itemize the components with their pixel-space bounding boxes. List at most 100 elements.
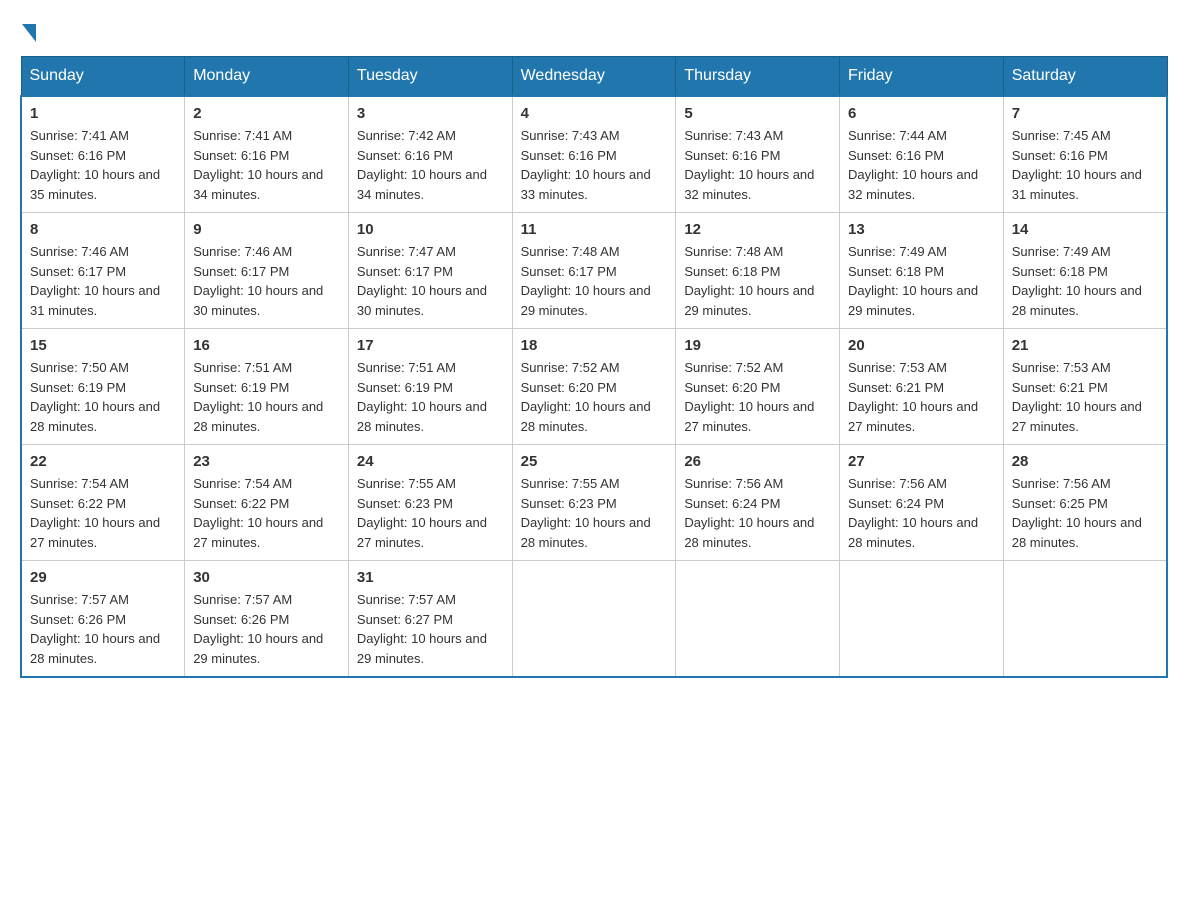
daylight-label: Daylight: 10 hours and 34 minutes.: [193, 167, 323, 202]
calendar-cell: 20 Sunrise: 7:53 AM Sunset: 6:21 PM Dayl…: [840, 329, 1004, 445]
daylight-label: Daylight: 10 hours and 28 minutes.: [521, 399, 651, 434]
calendar-week-3: 15 Sunrise: 7:50 AM Sunset: 6:19 PM Dayl…: [21, 329, 1167, 445]
daylight-label: Daylight: 10 hours and 28 minutes.: [193, 399, 323, 434]
day-number: 2: [193, 105, 340, 122]
sunrise-label: Sunrise: 7:54 AM: [30, 476, 129, 491]
sunset-label: Sunset: 6:21 PM: [848, 380, 944, 395]
day-number: 1: [30, 105, 176, 122]
day-number: 12: [684, 221, 831, 238]
daylight-label: Daylight: 10 hours and 27 minutes.: [684, 399, 814, 434]
calendar-cell: 15 Sunrise: 7:50 AM Sunset: 6:19 PM Dayl…: [21, 329, 185, 445]
day-number: 21: [1012, 337, 1158, 354]
sunset-label: Sunset: 6:16 PM: [30, 148, 126, 163]
sunrise-label: Sunrise: 7:49 AM: [1012, 244, 1111, 259]
day-info: Sunrise: 7:52 AM Sunset: 6:20 PM Dayligh…: [521, 358, 668, 436]
sunset-label: Sunset: 6:18 PM: [684, 264, 780, 279]
calendar-cell: 24 Sunrise: 7:55 AM Sunset: 6:23 PM Dayl…: [348, 445, 512, 561]
sunset-label: Sunset: 6:26 PM: [30, 612, 126, 627]
calendar-cell: 4 Sunrise: 7:43 AM Sunset: 6:16 PM Dayli…: [512, 96, 676, 213]
calendar-cell: 8 Sunrise: 7:46 AM Sunset: 6:17 PM Dayli…: [21, 213, 185, 329]
sunrise-label: Sunrise: 7:48 AM: [684, 244, 783, 259]
day-info: Sunrise: 7:57 AM Sunset: 6:26 PM Dayligh…: [193, 590, 340, 668]
sunrise-label: Sunrise: 7:49 AM: [848, 244, 947, 259]
sunset-label: Sunset: 6:17 PM: [521, 264, 617, 279]
sunrise-label: Sunrise: 7:51 AM: [357, 360, 456, 375]
header-saturday: Saturday: [1003, 57, 1167, 97]
sunrise-label: Sunrise: 7:41 AM: [193, 128, 292, 143]
sunrise-label: Sunrise: 7:51 AM: [193, 360, 292, 375]
calendar-cell: 14 Sunrise: 7:49 AM Sunset: 6:18 PM Dayl…: [1003, 213, 1167, 329]
calendar-cell: 1 Sunrise: 7:41 AM Sunset: 6:16 PM Dayli…: [21, 96, 185, 213]
sunset-label: Sunset: 6:22 PM: [30, 496, 126, 511]
day-number: 11: [521, 221, 668, 238]
day-number: 5: [684, 105, 831, 122]
calendar-cell: 7 Sunrise: 7:45 AM Sunset: 6:16 PM Dayli…: [1003, 96, 1167, 213]
day-number: 29: [30, 569, 176, 586]
day-number: 28: [1012, 453, 1158, 470]
calendar-cell: 2 Sunrise: 7:41 AM Sunset: 6:16 PM Dayli…: [185, 96, 349, 213]
day-info: Sunrise: 7:46 AM Sunset: 6:17 PM Dayligh…: [193, 242, 340, 320]
daylight-label: Daylight: 10 hours and 35 minutes.: [30, 167, 160, 202]
calendar-week-1: 1 Sunrise: 7:41 AM Sunset: 6:16 PM Dayli…: [21, 96, 1167, 213]
day-number: 13: [848, 221, 995, 238]
daylight-label: Daylight: 10 hours and 27 minutes.: [848, 399, 978, 434]
sunrise-label: Sunrise: 7:46 AM: [193, 244, 292, 259]
sunset-label: Sunset: 6:16 PM: [193, 148, 289, 163]
calendar-cell: 9 Sunrise: 7:46 AM Sunset: 6:17 PM Dayli…: [185, 213, 349, 329]
header-monday: Monday: [185, 57, 349, 97]
day-number: 4: [521, 105, 668, 122]
daylight-label: Daylight: 10 hours and 30 minutes.: [357, 283, 487, 318]
day-info: Sunrise: 7:52 AM Sunset: 6:20 PM Dayligh…: [684, 358, 831, 436]
sunrise-label: Sunrise: 7:57 AM: [30, 592, 129, 607]
day-info: Sunrise: 7:51 AM Sunset: 6:19 PM Dayligh…: [193, 358, 340, 436]
header-friday: Friday: [840, 57, 1004, 97]
calendar-cell: 22 Sunrise: 7:54 AM Sunset: 6:22 PM Dayl…: [21, 445, 185, 561]
daylight-label: Daylight: 10 hours and 27 minutes.: [357, 515, 487, 550]
day-number: 3: [357, 105, 504, 122]
calendar-cell: [512, 561, 676, 678]
daylight-label: Daylight: 10 hours and 27 minutes.: [30, 515, 160, 550]
calendar-cell: 30 Sunrise: 7:57 AM Sunset: 6:26 PM Dayl…: [185, 561, 349, 678]
day-info: Sunrise: 7:49 AM Sunset: 6:18 PM Dayligh…: [848, 242, 995, 320]
sunrise-label: Sunrise: 7:48 AM: [521, 244, 620, 259]
sunset-label: Sunset: 6:18 PM: [848, 264, 944, 279]
sunrise-label: Sunrise: 7:57 AM: [357, 592, 456, 607]
sunrise-label: Sunrise: 7:56 AM: [684, 476, 783, 491]
sunset-label: Sunset: 6:16 PM: [684, 148, 780, 163]
sunrise-label: Sunrise: 7:44 AM: [848, 128, 947, 143]
sunrise-label: Sunrise: 7:52 AM: [521, 360, 620, 375]
header-row: Sunday Monday Tuesday Wednesday Thursday…: [21, 57, 1167, 97]
calendar-header: Sunday Monday Tuesday Wednesday Thursday…: [21, 57, 1167, 97]
day-info: Sunrise: 7:41 AM Sunset: 6:16 PM Dayligh…: [30, 126, 176, 204]
sunset-label: Sunset: 6:22 PM: [193, 496, 289, 511]
day-number: 31: [357, 569, 504, 586]
calendar-cell: [1003, 561, 1167, 678]
daylight-label: Daylight: 10 hours and 32 minutes.: [848, 167, 978, 202]
daylight-label: Daylight: 10 hours and 27 minutes.: [193, 515, 323, 550]
logo: [20, 20, 36, 36]
sunset-label: Sunset: 6:20 PM: [521, 380, 617, 395]
day-info: Sunrise: 7:57 AM Sunset: 6:27 PM Dayligh…: [357, 590, 504, 668]
day-info: Sunrise: 7:45 AM Sunset: 6:16 PM Dayligh…: [1012, 126, 1158, 204]
calendar-cell: 25 Sunrise: 7:55 AM Sunset: 6:23 PM Dayl…: [512, 445, 676, 561]
sunset-label: Sunset: 6:20 PM: [684, 380, 780, 395]
calendar-cell: 31 Sunrise: 7:57 AM Sunset: 6:27 PM Dayl…: [348, 561, 512, 678]
calendar-cell: 10 Sunrise: 7:47 AM Sunset: 6:17 PM Dayl…: [348, 213, 512, 329]
day-info: Sunrise: 7:46 AM Sunset: 6:17 PM Dayligh…: [30, 242, 176, 320]
day-number: 19: [684, 337, 831, 354]
day-info: Sunrise: 7:48 AM Sunset: 6:17 PM Dayligh…: [521, 242, 668, 320]
sunrise-label: Sunrise: 7:56 AM: [1012, 476, 1111, 491]
sunrise-label: Sunrise: 7:45 AM: [1012, 128, 1111, 143]
calendar-table: Sunday Monday Tuesday Wednesday Thursday…: [20, 56, 1168, 678]
day-number: 24: [357, 453, 504, 470]
sunset-label: Sunset: 6:17 PM: [30, 264, 126, 279]
day-number: 9: [193, 221, 340, 238]
sunset-label: Sunset: 6:18 PM: [1012, 264, 1108, 279]
calendar-cell: 16 Sunrise: 7:51 AM Sunset: 6:19 PM Dayl…: [185, 329, 349, 445]
daylight-label: Daylight: 10 hours and 28 minutes.: [1012, 515, 1142, 550]
header-tuesday: Tuesday: [348, 57, 512, 97]
daylight-label: Daylight: 10 hours and 28 minutes.: [684, 515, 814, 550]
day-number: 30: [193, 569, 340, 586]
header-thursday: Thursday: [676, 57, 840, 97]
calendar-cell: 23 Sunrise: 7:54 AM Sunset: 6:22 PM Dayl…: [185, 445, 349, 561]
